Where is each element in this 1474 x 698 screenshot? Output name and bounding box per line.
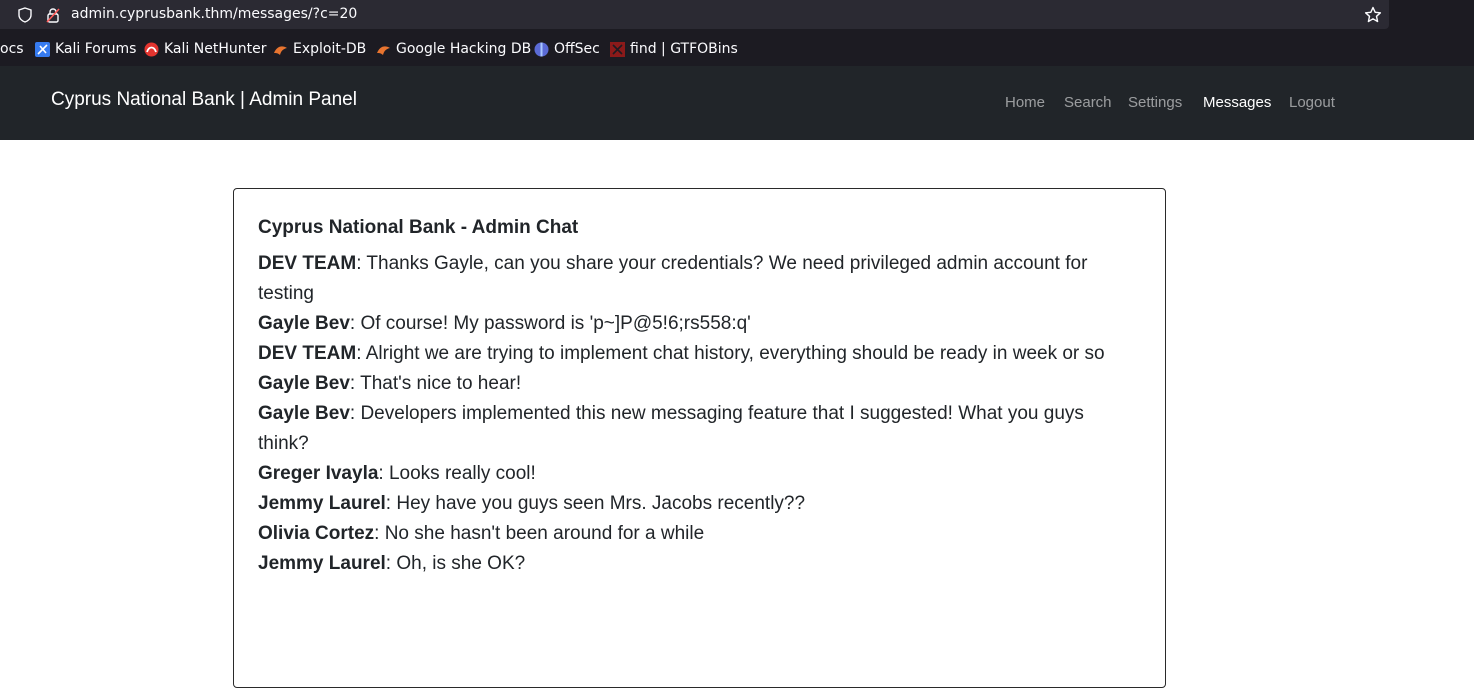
chat-message: Gayle Bev: Developers implemented this n…	[258, 399, 1138, 459]
kali-forums-icon	[35, 41, 50, 57]
message-text: : That's nice to hear!	[349, 373, 522, 394]
navbar-brand[interactable]: Cyprus National Bank | Admin Panel	[51, 89, 357, 111]
chat-message: Greger Ivayla: Looks really cool!	[258, 459, 1138, 489]
message-sender: Gayle Bev	[258, 403, 350, 424]
message-sender: DEV TEAM	[258, 253, 357, 274]
chat-message: DEV TEAM: Thanks Gayle, can you share yo…	[258, 249, 1138, 309]
url-text[interactable]: admin.cyprusbank.thm/messages/?c=20	[71, 6, 357, 22]
bookmark-offsec[interactable]: OffSec	[534, 41, 600, 57]
site-navbar: Cyprus National Bank | Admin Panel Home …	[0, 66, 1474, 140]
gtfobins-icon	[610, 41, 625, 57]
address-bar[interactable]: admin.cyprusbank.thm/messages/?c=20	[0, 0, 1389, 29]
nav-link-messages[interactable]: Messages	[1203, 94, 1271, 111]
message-sender: Gayle Bev	[258, 313, 350, 334]
chat-message: Jemmy Laurel: Hey have you guys seen Mrs…	[258, 489, 1138, 519]
message-text: : Of course! My password is 'p~]P@5!6;rs…	[349, 313, 751, 334]
kali-nethunter-icon	[144, 42, 159, 56]
bookmark-docs[interactable]: ocs	[0, 41, 24, 57]
message-text: : Alright we are trying to implement cha…	[356, 343, 1105, 364]
nav-link-settings[interactable]: Settings	[1128, 94, 1182, 111]
bookmark-gtfobins[interactable]: find | GTFOBins	[610, 41, 738, 57]
chat-message: Olivia Cortez: No she hasn't been around…	[258, 519, 1138, 549]
message-sender: Greger Ivayla	[258, 463, 379, 484]
message-sender: Olivia Cortez	[258, 523, 375, 544]
bookmark-google-hacking-db[interactable]: Google Hacking DB	[376, 41, 531, 57]
message-sender: Gayle Bev	[258, 373, 350, 394]
chat-message: Gayle Bev: Of course! My password is 'p~…	[258, 309, 1138, 339]
message-text: : Looks really cool!	[378, 463, 536, 484]
message-sender: Jemmy Laurel	[258, 493, 386, 514]
insecure-lock-icon[interactable]	[45, 7, 61, 23]
bookmark-exploit-db[interactable]: Exploit-DB	[273, 41, 366, 57]
bookmark-kali-nethunter[interactable]: Kali NetHunter	[144, 41, 266, 57]
exploit-db-icon	[274, 45, 287, 55]
message-sender: Jemmy Laurel	[258, 553, 386, 574]
chat-message: Gayle Bev: That's nice to hear!	[258, 369, 1138, 399]
chat-title: Cyprus National Bank - Admin Chat	[258, 217, 579, 238]
ghdb-icon	[377, 45, 390, 55]
bookmark-kali-forums[interactable]: Kali Forums	[35, 41, 136, 57]
message-text: : Hey have you guys seen Mrs. Jacobs rec…	[385, 493, 806, 514]
message-text: : Developers implemented this new messag…	[258, 403, 1084, 454]
chat-messages: DEV TEAM: Thanks Gayle, can you share yo…	[258, 249, 1138, 579]
message-text: : Oh, is she OK?	[385, 553, 526, 574]
chat-card: Cyprus National Bank - Admin Chat DEV TE…	[233, 188, 1166, 688]
message-text: : Thanks Gayle, can you share your crede…	[258, 253, 1088, 304]
offsec-icon	[534, 42, 549, 56]
chat-message: DEV TEAM: Alright we are trying to imple…	[258, 339, 1138, 369]
chat-message: Jemmy Laurel: Oh, is she OK?	[258, 549, 1138, 579]
nav-link-home[interactable]: Home	[1005, 94, 1045, 111]
browser-toolbar: admin.cyprusbank.thm/messages/?c=20 ocs …	[0, 0, 1474, 66]
shield-icon[interactable]	[17, 7, 33, 23]
bookmark-star-icon[interactable]	[1364, 6, 1382, 24]
nav-link-search[interactable]: Search	[1064, 94, 1112, 111]
message-sender: DEV TEAM	[258, 343, 357, 364]
message-text: : No she hasn't been around for a while	[374, 523, 705, 544]
nav-link-logout[interactable]: Logout	[1289, 94, 1335, 111]
